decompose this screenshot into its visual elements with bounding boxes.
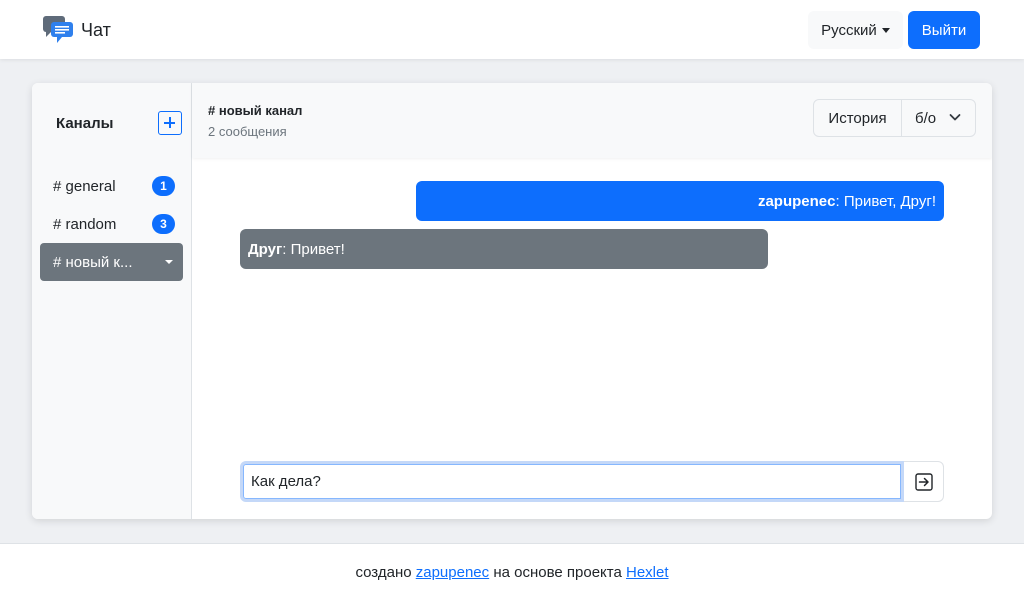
logout-button[interactable]: Выйти	[908, 11, 980, 49]
message-text: : Привет!	[282, 240, 345, 258]
chat-card: Каналы # general 1 # random 3 # новый к.…	[32, 83, 992, 519]
send-arrow-icon	[914, 472, 933, 491]
author-link[interactable]: zapupenec	[416, 564, 489, 581]
navbar: Чат Русский Выйти	[0, 0, 1024, 59]
channel-menu-caret-icon[interactable]	[165, 260, 173, 264]
language-dropdown[interactable]: Русский	[808, 11, 903, 49]
message-bubble-other: Друг: Привет!	[240, 229, 768, 269]
hexlet-link[interactable]: Hexlet	[626, 564, 669, 581]
history-button[interactable]: История	[814, 100, 902, 136]
message-input[interactable]	[240, 461, 904, 502]
brand-title: Чат	[81, 19, 111, 40]
footer-prefix: создано	[355, 563, 412, 581]
channel-item-general[interactable]: # general 1	[40, 167, 183, 205]
channel-item-random[interactable]: # random 3	[40, 205, 183, 243]
message-form	[240, 461, 944, 502]
add-channel-button[interactable]	[158, 111, 182, 135]
message-count: 2 сообщения	[208, 124, 287, 139]
message-author: zapupenec	[757, 192, 836, 210]
unread-badge: 3	[152, 214, 175, 234]
unread-badge: 1	[152, 176, 175, 196]
channel-title: # новый канал	[208, 103, 303, 118]
message-text: : Привет, Друг!	[835, 192, 937, 210]
channel-label: # новый к...	[53, 253, 133, 271]
message-bubble-own: zapupenec: Привет, Друг!	[416, 181, 944, 221]
channel-label: # general	[53, 177, 116, 195]
message-author: Друг	[248, 240, 283, 258]
history-controls: История б/о	[813, 99, 976, 137]
caret-down-icon	[881, 27, 890, 33]
channels-sidebar: Каналы # general 1 # random 3 # новый к.…	[32, 83, 192, 519]
send-button[interactable]	[904, 461, 944, 502]
channel-label: # random	[53, 215, 117, 233]
channel-item-new[interactable]: # новый к...	[40, 243, 183, 281]
language-label: Русский	[821, 21, 877, 39]
chat-logo-icon	[43, 16, 73, 43]
channels-title: Каналы	[56, 115, 114, 132]
filter-value: б/о	[915, 109, 937, 127]
footer-middle: на основе проекта	[493, 563, 622, 581]
chat-header: # новый канал 2 сообщения История б/о	[192, 83, 992, 158]
brand-link[interactable]: Чат	[43, 15, 111, 45]
chevron-down-icon	[949, 114, 961, 121]
footer: создано zapupenec на основе проекта Hexl…	[0, 543, 1024, 600]
filter-select[interactable]: б/о	[902, 100, 975, 136]
